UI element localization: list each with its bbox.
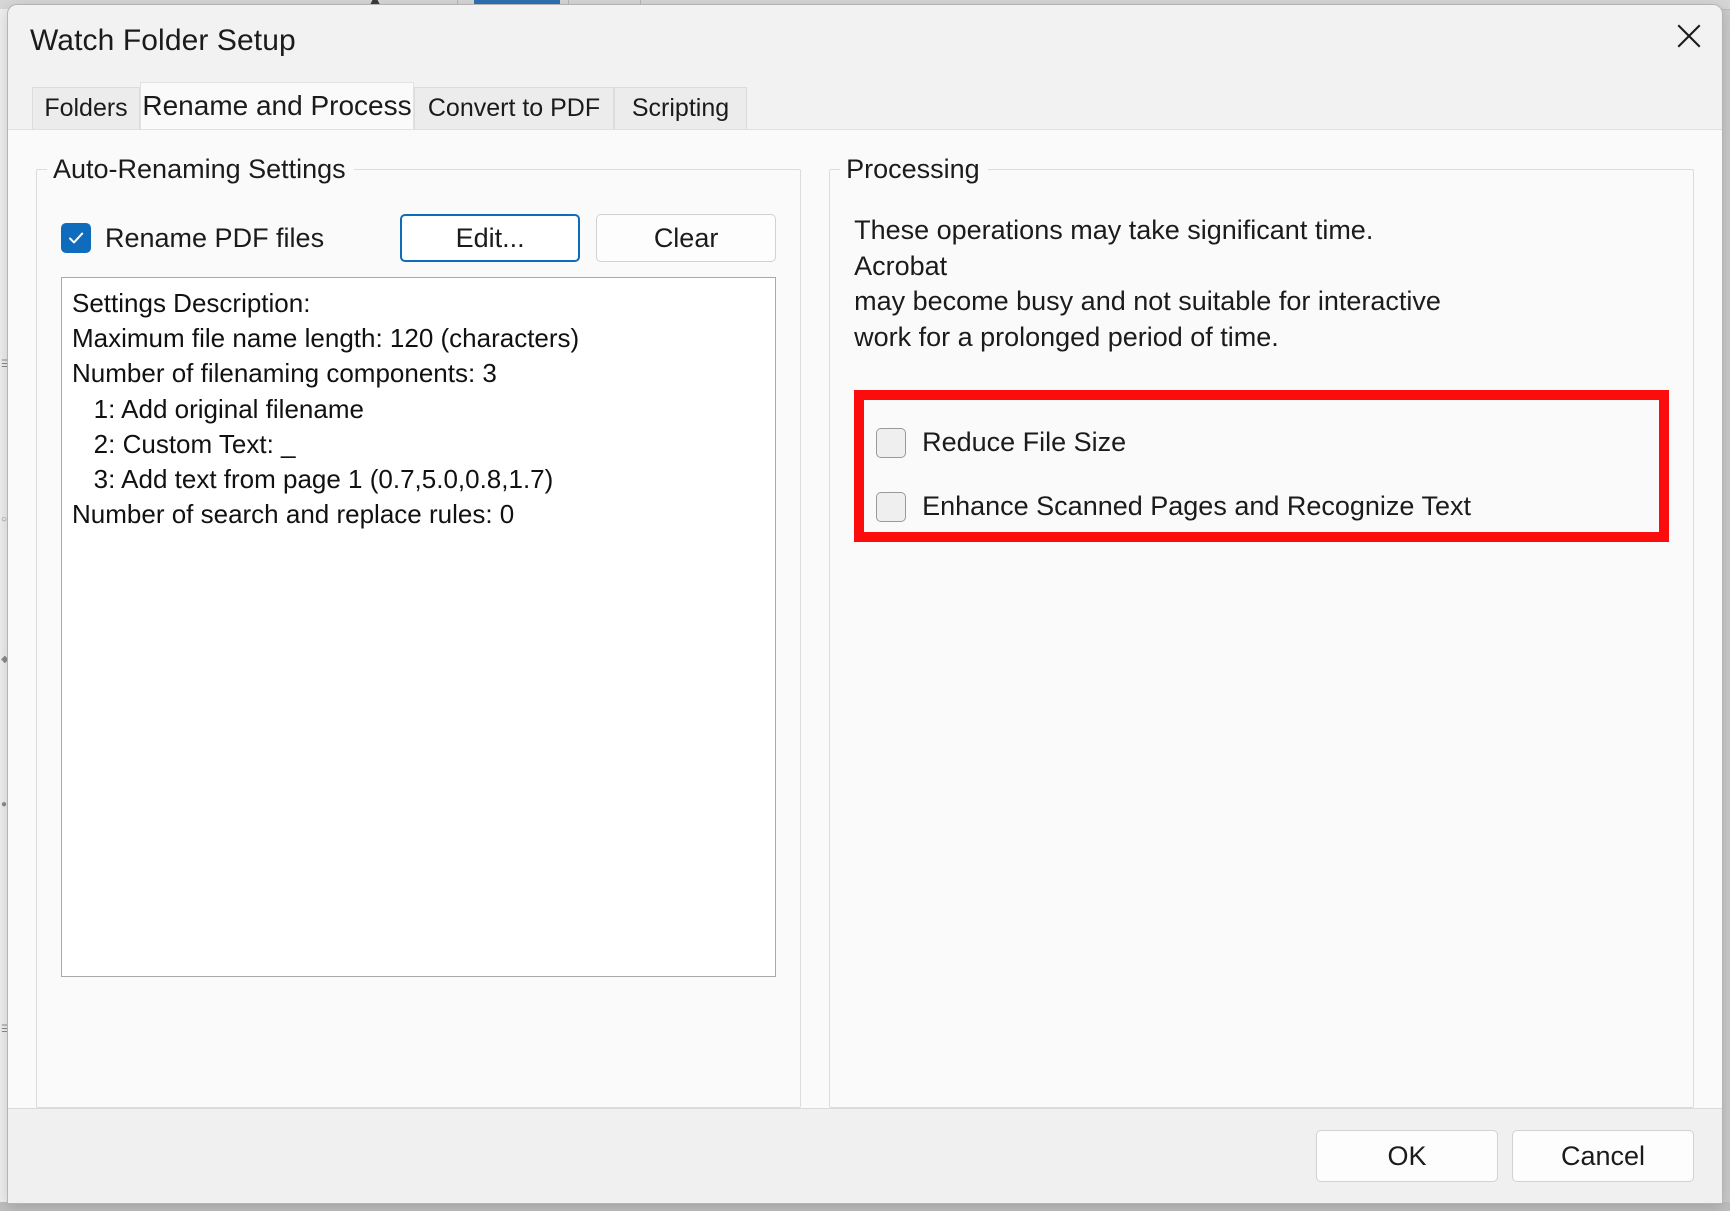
settings-description-box[interactable]: Settings Description: Maximum file name …	[61, 277, 777, 977]
dialog-content: Auto-Renaming Settings Rename PDF files …	[8, 129, 1722, 1108]
dialog-title: Watch Folder Setup	[30, 24, 296, 57]
processing-group: Processing These operations may take sig…	[829, 154, 1694, 1108]
processing-note-line: These operations may take significant ti…	[854, 215, 1374, 281]
reduce-file-size-checkbox[interactable]	[876, 427, 907, 458]
close-icon[interactable]	[1656, 5, 1722, 67]
tab-rename-and-process-label: Rename and Process	[142, 90, 412, 121]
settings-description-line: Number of filenaming components: 3	[72, 358, 497, 389]
processing-note-line: work for a prolonged period of time.	[854, 321, 1279, 352]
cancel-button[interactable]: Cancel	[1512, 1130, 1694, 1182]
settings-description-line: Maximum file name length: 120 (character…	[72, 323, 580, 354]
reduce-file-size-label: Reduce File Size	[922, 427, 1127, 457]
processing-options-highlight: Reduce File Size Enhance Scanned Pages a…	[854, 389, 1669, 542]
reduce-file-size-row: Reduce File Size	[876, 418, 1659, 468]
tab-folders[interactable]: Folders	[32, 87, 140, 129]
rename-pdf-files-checkbox[interactable]	[61, 223, 91, 253]
processing-note-line: may become busy and not suitable for int…	[854, 286, 1441, 317]
settings-description-line: 2: Custom Text: _	[72, 428, 296, 459]
enhance-scanned-pages-row: Enhance Scanned Pages and Recognize Text	[876, 482, 1659, 532]
tab-convert-to-pdf[interactable]: Convert to PDF	[414, 87, 614, 129]
cancel-button-label: Cancel	[1560, 1140, 1646, 1171]
settings-description-line: 1: Add original filename	[72, 393, 364, 424]
clear-button[interactable]: Clear	[596, 214, 777, 262]
tab-convert-to-pdf-label: Convert to PDF	[427, 94, 601, 122]
auto-renaming-settings-legend: Auto-Renaming Settings	[53, 154, 346, 184]
watch-folder-setup-dialog: Watch Folder Setup Folders Rename and Pr…	[8, 5, 1722, 1203]
settings-description-line: Settings Description:	[72, 288, 311, 318]
processing-legend: Processing	[846, 154, 980, 184]
ok-button[interactable]: OK	[1316, 1130, 1498, 1182]
dialog-titlebar: Watch Folder Setup	[8, 5, 1722, 82]
background-status-strip	[0, 1202, 1730, 1211]
dialog-footer: OK Cancel	[8, 1108, 1722, 1203]
auto-renaming-settings-body: Rename PDF files Edit... Clear Settings …	[37, 185, 800, 1003]
dialog-tabstrip: Folders Rename and Process Convert to PD…	[8, 82, 1722, 129]
edit-button[interactable]: Edit...	[400, 214, 581, 262]
rename-pdf-files-label: Rename PDF files	[105, 222, 325, 253]
processing-note: These operations may take significant ti…	[854, 213, 1454, 356]
auto-renaming-settings-group: Auto-Renaming Settings Rename PDF files …	[36, 154, 802, 1108]
tab-scripting-label: Scripting	[631, 94, 730, 122]
processing-body: These operations may take significant ti…	[830, 185, 1693, 568]
edit-button-label: Edit...	[455, 222, 525, 253]
clear-button-label: Clear	[653, 222, 719, 253]
enhance-scanned-pages-label: Enhance Scanned Pages and Recognize Text	[922, 491, 1471, 521]
tab-folders-label: Folders	[44, 94, 128, 122]
settings-description-line: 3: Add text from page 1 (0.7,5.0,0.8,1.7…	[72, 464, 554, 495]
ok-button-label: OK	[1387, 1140, 1427, 1171]
enhance-scanned-pages-checkbox[interactable]	[876, 491, 907, 522]
tab-scripting[interactable]: Scripting	[614, 87, 747, 129]
tab-rename-and-process[interactable]: Rename and Process	[140, 82, 414, 129]
rename-pdf-files-row: Rename PDF files Edit... Clear	[61, 211, 777, 265]
settings-description-line: Number of search and replace rules: 0	[72, 499, 515, 530]
